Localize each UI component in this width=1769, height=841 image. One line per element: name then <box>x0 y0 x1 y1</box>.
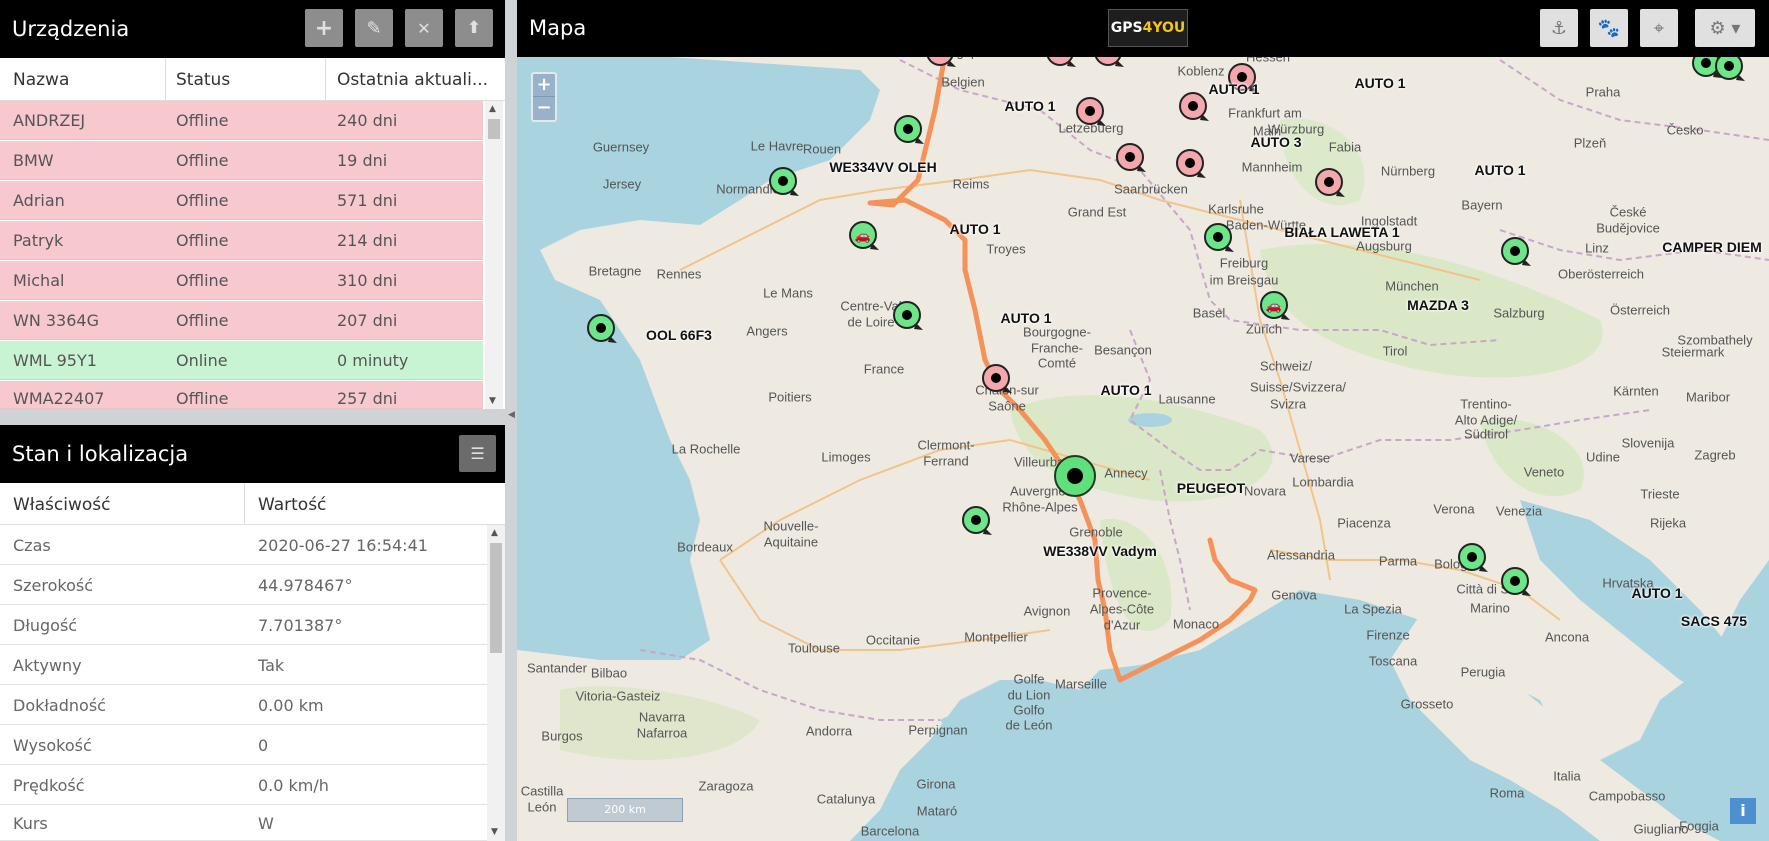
state-row: Dokładność 0.00 km <box>0 685 487 725</box>
state-row: Kurs W <box>0 805 487 841</box>
device-row[interactable]: WN 3364G Offline 207 dni <box>0 301 483 340</box>
device-row[interactable]: WMA22407 Offline 257 dni <box>0 381 483 409</box>
device-row[interactable]: ANDRZEJ Offline 240 dni <box>0 101 483 140</box>
vehicle-label[interactable]: SACS 475 <box>1681 613 1747 629</box>
plus-icon: + <box>314 15 334 41</box>
vehicle-label[interactable]: OOL 66F3 <box>646 327 712 343</box>
map-title: Mapa <box>529 16 587 40</box>
scroll-up-icon[interactable]: ▲ <box>491 528 498 538</box>
state-row: Aktywny Tak <box>0 645 487 685</box>
device-row[interactable]: Adrian Offline 571 dni <box>0 181 483 220</box>
delete-device-button[interactable]: ✕ <box>405 9 443 47</box>
col-value[interactable]: Wartość <box>258 495 326 515</box>
vehicle-label[interactable]: AUTO 1 <box>1631 585 1682 601</box>
follow-button[interactable]: 🐾 <box>1590 9 1628 47</box>
gps4you-logo: GPS 4YOU <box>1108 9 1188 47</box>
vehicle-label[interactable]: AUTO 1 <box>1100 382 1151 398</box>
state-list: Czas 2020-06-27 16:54:41 Szerokość 44.9784… <box>0 525 487 841</box>
vehicle-label[interactable]: PEUGEOT <box>1177 480 1245 496</box>
state-row: Wysokość 0 <box>0 725 487 765</box>
col-last-update[interactable]: Ostatnia aktuali... <box>337 70 488 90</box>
vehicle-label[interactable]: AUTO 1 <box>1354 75 1405 91</box>
vehicle-label[interactable]: BIAŁA LAWETA 1 <box>1284 224 1399 240</box>
edit-device-button[interactable]: ✎ <box>355 9 393 47</box>
vehicle-labels: AUTO 1 AUTO 1 AUTO 1 AUTO 3 WE334VV OLEH AUTO… <box>517 0 1769 841</box>
vehicle-label[interactable]: WE338VV Vadym <box>1043 543 1157 559</box>
state-header: Stan i lokalizacja ☰ <box>0 425 505 483</box>
col-status[interactable]: Status <box>176 70 230 90</box>
state-scrollbar[interactable]: ▲ ▼ <box>487 525 505 841</box>
scroll-down-icon[interactable]: ▼ <box>489 396 496 406</box>
vehicle-label[interactable]: MAZDA 3 <box>1407 297 1469 313</box>
vehicle-label[interactable]: AUTO 1 <box>949 221 1000 237</box>
upload-button[interactable]: ⬆ <box>455 9 493 47</box>
map-header: Mapa GPS 4YOU ⚓ 🐾 ⌖ ⚙ ▾ <box>517 0 1769 57</box>
pencil-icon: ✎ <box>366 17 382 39</box>
scroll-down-icon[interactable]: ▼ <box>491 827 498 837</box>
devices-title: Urządzenia <box>12 17 130 41</box>
upload-icon: ⬆ <box>466 18 482 38</box>
person-pin-icon: ⚓ <box>1550 17 1568 39</box>
scroll-thumb[interactable] <box>488 119 500 139</box>
state-row: Prędkość 0.0 km/h <box>0 765 487 805</box>
col-name[interactable]: Nazwa <box>13 70 69 90</box>
paw-icon: 🐾 <box>1597 17 1621 39</box>
devices-list: ANDRZEJ Offline 240 dni BMW Offline 19 dni A… <box>0 101 483 409</box>
collapse-icon[interactable]: ◀ <box>508 410 515 420</box>
attribution-button[interactable]: i <box>1730 798 1756 824</box>
vehicle-label[interactable]: AUTO 3 <box>1250 134 1301 150</box>
state-title: Stan i lokalizacja <box>12 442 189 466</box>
state-row: Długość 7.701387° <box>0 605 487 645</box>
settings-button[interactable]: ⚙ ▾ <box>1695 9 1755 47</box>
center-button[interactable]: ⌖ <box>1640 9 1678 47</box>
replay-button[interactable]: ⚓ <box>1540 9 1578 47</box>
state-row: Czas 2020-06-27 16:54:41 <box>0 525 487 565</box>
scroll-up-icon[interactable]: ▲ <box>489 104 496 114</box>
device-row[interactable]: Michal Offline 310 dni <box>0 261 483 300</box>
scroll-thumb[interactable] <box>490 543 502 653</box>
vehicle-label[interactable]: AUTO 1 <box>1208 81 1259 97</box>
state-row: Szerokość 44.978467° <box>0 565 487 605</box>
vehicle-label[interactable]: AUTO 1 <box>1000 310 1051 326</box>
state-table-header: Właściwość Wartość <box>0 483 505 526</box>
panel-splitter[interactable] <box>0 409 505 425</box>
zoom-control: + − <box>531 72 557 122</box>
vehicle-label[interactable]: AUTO 1 <box>1474 162 1525 178</box>
devices-scrollbar[interactable]: ▲ ▼ <box>485 101 503 409</box>
vehicle-label[interactable]: CAMPER DIEM <box>1662 239 1762 255</box>
vehicle-label[interactable]: WE334VV OLEH <box>829 159 936 175</box>
col-property[interactable]: Właściwość <box>13 495 111 515</box>
vertical-splitter[interactable]: ◀ <box>505 0 517 841</box>
device-row[interactable]: WML 95Y1 Online 0 minuty <box>0 341 483 380</box>
map-canvas[interactable]: BelgiqueBelgienKoblenzHessenPrahaČeskoPl… <box>517 0 1769 841</box>
device-row[interactable]: Patryk Offline 214 dni <box>0 221 483 260</box>
zoom-out-button[interactable]: − <box>533 97 555 120</box>
state-options-button[interactable]: ☰ <box>459 435 496 472</box>
devices-header: Urządzenia + ✎ ✕ ⬆ <box>0 0 505 58</box>
add-device-button[interactable]: + <box>305 9 343 47</box>
device-row[interactable]: BMW Offline 19 dni <box>0 141 483 180</box>
list-icon: ☰ <box>470 444 485 463</box>
left-column: Urządzenia + ✎ ✕ ⬆ Nazwa Status Ostatnia… <box>0 0 505 841</box>
map-scale: 200 km <box>567 798 683 822</box>
zoom-in-button[interactable]: + <box>533 74 555 97</box>
crosshair-icon: ⌖ <box>1653 17 1665 39</box>
gear-icon: ⚙ ▾ <box>1709 17 1741 39</box>
close-icon: ✕ <box>417 18 431 38</box>
devices-table-header: Nazwa Status Ostatnia aktuali... <box>0 58 505 101</box>
vehicle-label[interactable]: AUTO 1 <box>1004 98 1055 114</box>
gps-tracker-app: Urządzenia + ✎ ✕ ⬆ Nazwa Status Ostatnia… <box>0 0 1769 841</box>
